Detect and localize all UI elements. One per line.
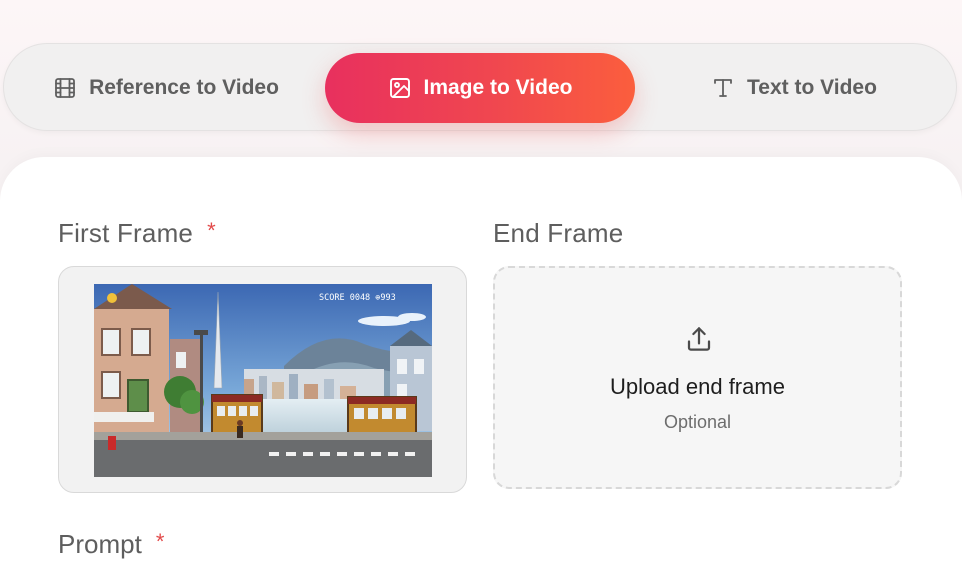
upload-icon — [687, 327, 711, 351]
tab-label: Text to Video — [747, 76, 877, 99]
tab-image-to-video[interactable]: Image to Video — [325, 53, 635, 123]
mode-switcher: Reference to Video Image to Video Text t… — [3, 43, 957, 131]
film-icon — [53, 76, 77, 100]
tab-text-to-video[interactable]: Text to Video — [694, 53, 894, 123]
text-icon — [711, 76, 735, 100]
prompt-title-text: Prompt — [58, 529, 142, 559]
image-icon — [388, 76, 412, 100]
required-marker: * — [207, 218, 216, 243]
optional-label: Optional — [663, 412, 732, 432]
tab-label: Reference to Video — [89, 76, 279, 99]
tab-label: Image to Video — [423, 76, 573, 99]
end-frame-upload-dropzone[interactable]: Upload end frame Optional — [493, 266, 902, 489]
required-marker: * — [155, 529, 165, 554]
prompt-title: Prompt * — [58, 529, 164, 560]
first-frame-title: First Frame * — [58, 218, 216, 249]
hud-score-text: SCORE 0048 ⊕993 — [319, 293, 396, 303]
generation-form-card: First Frame * SCORE 0048 ⊕993 End Frame … — [0, 157, 962, 577]
first-frame-title-text: First Frame — [58, 218, 194, 248]
upload-end-frame-label: Upload end frame — [610, 374, 785, 399]
end-frame-title: End Frame — [493, 218, 624, 248]
first-frame-dropzone[interactable]: SCORE 0048 ⊕993 — [58, 266, 467, 493]
tab-reference-to-video[interactable]: Reference to Video — [36, 53, 296, 123]
first-frame-image[interactable]: SCORE 0048 ⊕993 — [94, 284, 432, 477]
